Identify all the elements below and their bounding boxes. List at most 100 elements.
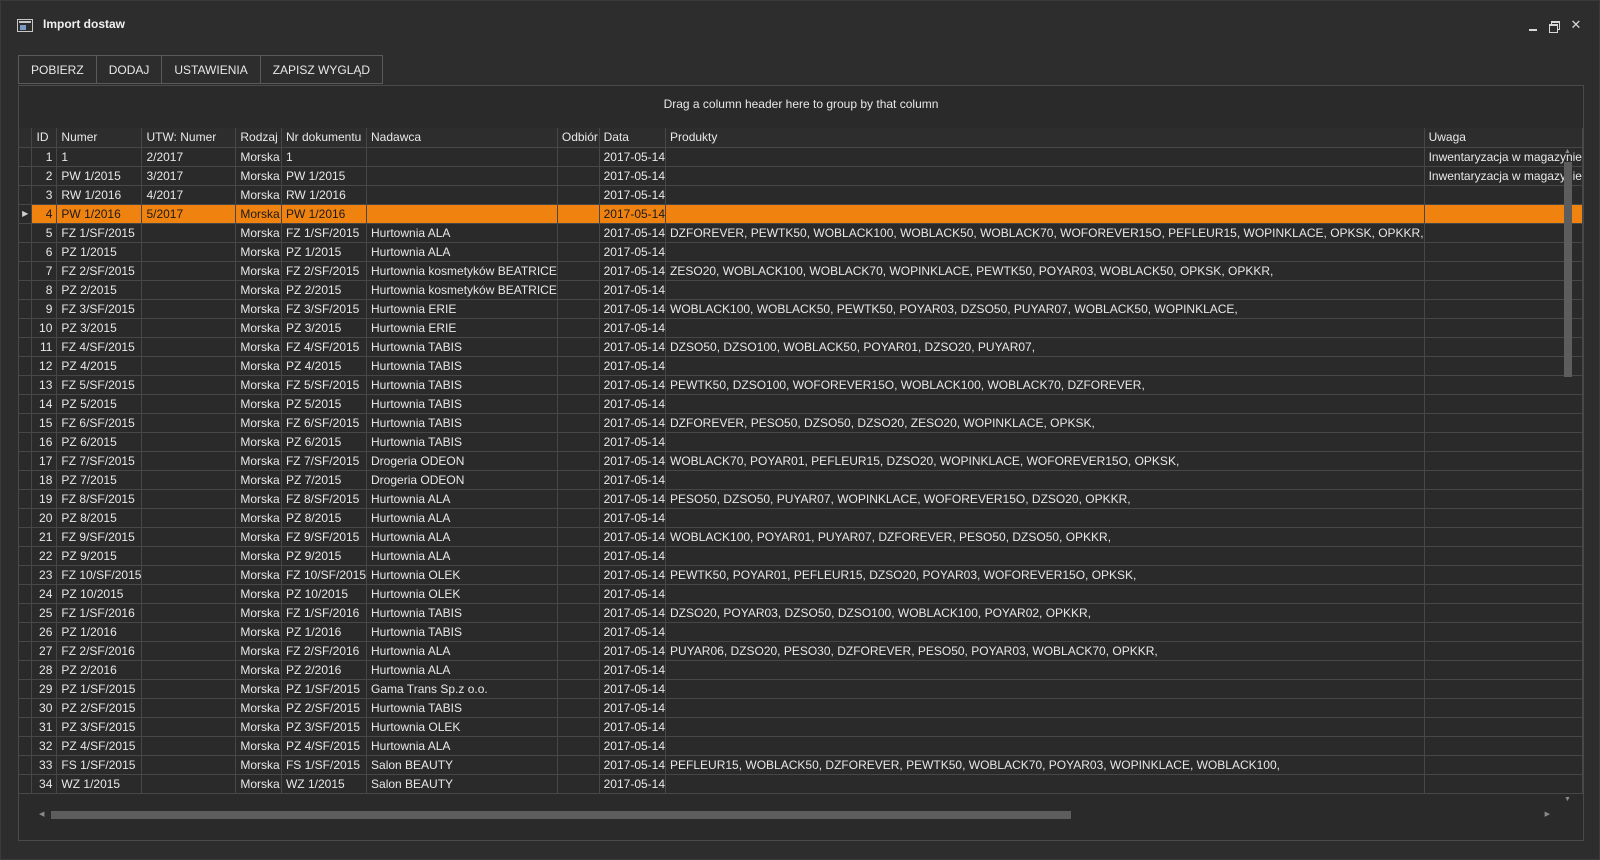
table-row[interactable]: 21 FZ 9/SF/2015 Morska FZ 9/SF/2015 Hurtowni… [19,527,1584,547]
cell-rodzaj[interactable]: Morska [235,736,282,756]
row-indicator[interactable] [19,736,33,756]
table-row[interactable]: ▶ 4 PW 1/2016 5/2017 Morska PW 1/2016 2017-05-… [19,204,1584,224]
cell-id[interactable]: 10 [31,318,58,338]
cell-utw-numer[interactable] [141,318,237,338]
cell-data[interactable]: 2017-05-14 [599,375,667,395]
cell-uwaga[interactable] [1424,356,1584,376]
cell-numer[interactable]: PZ 9/2015 [56,546,143,566]
cell-uwaga[interactable] [1424,508,1584,528]
cell-rodzaj[interactable]: Morska [235,375,282,395]
cell-data[interactable]: 2017-05-14 [599,736,667,756]
cell-rodzaj[interactable]: Morska [235,185,282,205]
cell-utw-numer[interactable] [141,299,237,319]
cell-id[interactable]: 31 [31,717,58,737]
cell-odbior[interactable] [557,375,600,395]
cell-nr-dokumentu[interactable]: FZ 1/SF/2016 [281,603,368,623]
cell-uwaga[interactable] [1424,489,1584,509]
cell-produkty[interactable] [665,717,1425,737]
cell-rodzaj[interactable]: Morska [235,565,282,585]
cell-rodzaj[interactable]: Morska [235,204,282,224]
cell-numer[interactable]: RW 1/2016 [56,185,143,205]
table-row[interactable]: 1 1 2/2017 Morska 1 2017-05-14 Inwentaryzacja … [19,147,1584,167]
cell-id[interactable]: 14 [31,394,58,414]
table-row[interactable]: 24 PZ 10/2015 Morska PZ 10/2015 Hurtownia OL… [19,584,1584,604]
cell-nr-dokumentu[interactable]: PZ 6/2015 [281,432,368,452]
cell-nadawca[interactable]: Hurtownia TABIS [366,432,558,452]
row-indicator[interactable] [19,527,33,547]
cell-id[interactable]: 28 [31,660,58,680]
cell-uwaga[interactable] [1424,242,1584,262]
cell-nadawca[interactable]: Hurtownia ERIE [366,299,558,319]
cell-id[interactable]: 5 [31,223,58,243]
cell-nadawca[interactable]: Drogeria ODEON [366,451,558,471]
cell-produkty[interactable] [665,660,1425,680]
cell-produkty[interactable]: ZESO20, WOBLACK100, WOBLACK70, WOPINKLAC… [665,261,1425,281]
cell-rodzaj[interactable]: Morska [235,717,282,737]
cell-nr-dokumentu[interactable]: FZ 1/SF/2015 [281,223,368,243]
cell-uwaga[interactable] [1424,451,1584,471]
cell-nr-dokumentu[interactable]: PZ 7/2015 [281,470,368,490]
cell-odbior[interactable] [557,261,600,281]
cell-data[interactable]: 2017-05-14 [599,527,667,547]
cell-nadawca[interactable]: Salon BEAUTY [366,755,558,775]
table-row[interactable]: 31 PZ 3/SF/2015 Morska PZ 3/SF/2015 Hurtowni… [19,717,1584,737]
cell-odbior[interactable] [557,204,600,224]
row-indicator[interactable] [19,641,33,661]
cell-uwaga[interactable] [1424,641,1584,661]
cell-nadawca[interactable]: Drogeria ODEON [366,470,558,490]
cell-utw-numer[interactable] [141,508,237,528]
cell-nadawca[interactable]: Hurtownia kosmetyków BEATRICE [366,280,558,300]
cell-uwaga[interactable] [1424,470,1584,490]
cell-uwaga[interactable]: Inwentaryzacja w magazynie [1424,147,1584,167]
row-indicator[interactable] [19,622,33,642]
cell-nr-dokumentu[interactable]: PZ 3/2015 [281,318,368,338]
horizontal-scroll-thumb[interactable] [51,811,1071,819]
cell-nr-dokumentu[interactable]: PZ 2/2015 [281,280,368,300]
cell-rodzaj[interactable]: Morska [235,546,282,566]
cell-numer[interactable]: FZ 10/SF/2015 [56,565,143,585]
cell-numer[interactable]: PZ 1/SF/2015 [56,679,143,699]
close-button[interactable]: ✕ [1568,17,1584,33]
group-by-panel[interactable]: Drag a column header here to group by th… [19,86,1583,129]
cell-uwaga[interactable] [1424,527,1584,547]
cell-numer[interactable]: WZ 1/2015 [56,774,143,794]
cell-nadawca[interactable]: Hurtownia ALA [366,489,558,509]
cell-nr-dokumentu[interactable]: PZ 8/2015 [281,508,368,528]
table-row[interactable]: 15 FZ 6/SF/2015 Morska FZ 6/SF/2015 Hurtowni… [19,413,1584,433]
cell-produkty[interactable] [665,584,1425,604]
triangle-right-icon[interactable]: ▶ [19,204,33,224]
cell-numer[interactable]: FZ 3/SF/2015 [56,299,143,319]
cell-odbior[interactable] [557,337,600,357]
vertical-scrollbar[interactable]: ▲ ▼ [1563,146,1573,806]
cell-utw-numer[interactable] [141,584,237,604]
cell-numer[interactable]: FZ 1/SF/2016 [56,603,143,623]
cell-nr-dokumentu[interactable]: PZ 4/2015 [281,356,368,376]
cell-odbior[interactable] [557,546,600,566]
cell-data[interactable]: 2017-05-14 [599,261,667,281]
cell-nr-dokumentu[interactable]: FZ 8/SF/2015 [281,489,368,509]
cell-nr-dokumentu[interactable]: PZ 1/2015 [281,242,368,262]
row-indicator[interactable] [19,432,33,452]
cell-nr-dokumentu[interactable]: PZ 1/2016 [281,622,368,642]
row-indicator[interactable] [19,394,33,414]
cell-utw-numer[interactable] [141,641,237,661]
column-header-data[interactable]: Data [599,128,667,148]
cell-id[interactable]: 26 [31,622,58,642]
cell-produkty[interactable]: WOBLACK70, POYAR01, PEFLEUR15, DZSO20, W… [665,451,1425,471]
cell-numer[interactable]: FZ 7/SF/2015 [56,451,143,471]
cell-produkty[interactable] [665,432,1425,452]
cell-nr-dokumentu[interactable]: PZ 3/SF/2015 [281,717,368,737]
cell-uwaga[interactable] [1424,299,1584,319]
cell-id[interactable]: 16 [31,432,58,452]
cell-nadawca[interactable]: Hurtownia TABIS [366,375,558,395]
cell-data[interactable]: 2017-05-14 [599,660,667,680]
row-indicator[interactable] [19,261,33,281]
cell-nadawca[interactable]: Hurtownia TABIS [366,698,558,718]
cell-odbior[interactable] [557,413,600,433]
row-indicator[interactable] [19,280,33,300]
cell-utw-numer[interactable] [141,527,237,547]
cell-odbior[interactable] [557,242,600,262]
cell-id[interactable]: 9 [31,299,58,319]
cell-odbior[interactable] [557,185,600,205]
cell-nadawca[interactable]: Hurtownia TABIS [366,394,558,414]
